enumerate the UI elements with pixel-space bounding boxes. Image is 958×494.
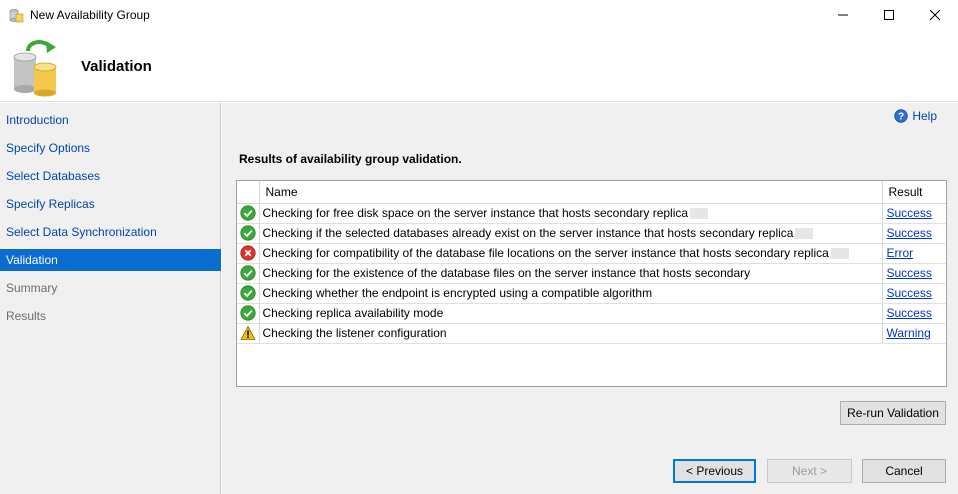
page-title: Validation [81, 58, 152, 75]
rerun-validation-button[interactable]: Re-run Validation [840, 401, 946, 425]
error-icon [240, 245, 256, 261]
success-status-icon [237, 203, 260, 224]
success-icon [240, 285, 256, 301]
result-cell: Success [881, 203, 946, 224]
help-icon: ? [894, 109, 909, 123]
warning-icon [240, 325, 256, 340]
help-link[interactable]: ? Help [894, 109, 937, 123]
result-cell: Success [881, 303, 946, 324]
result-cell: Error [881, 243, 946, 264]
redacted-text [690, 208, 709, 220]
status-column-header [237, 181, 260, 204]
name-column-header[interactable]: Name [259, 181, 882, 204]
result-link-success[interactable]: Success [887, 266, 932, 280]
wizard-header: Validation [0, 30, 958, 102]
table-row[interactable]: Checking the listener configuration Warni… [237, 323, 946, 344]
nav-item-specify-replicas[interactable]: Specify Replicas [0, 193, 221, 215]
validation-results-table: Name Result Checking for free disk space… [237, 181, 946, 344]
check-name: Checking for free disk space on the serv… [262, 206, 689, 220]
result-cell: Warning [881, 323, 946, 344]
check-name: Checking replica availability mode [262, 306, 444, 320]
check-name-cell: Checking for the existence of the databa… [259, 263, 882, 284]
table-row[interactable]: Checking replica availability mode Succes… [237, 303, 946, 324]
check-name: Checking whether the endpoint is encrypt… [262, 286, 653, 300]
previous-button[interactable]: < Previous [673, 459, 756, 483]
check-name: Checking if the selected databases alrea… [262, 226, 794, 240]
wizard-nav: Introduction Specify Options Select Data… [0, 103, 221, 494]
nav-item-select-databases[interactable]: Select Databases [0, 165, 221, 187]
nav-item-introduction[interactable]: Introduction [0, 109, 221, 131]
success-status-icon [237, 283, 260, 304]
nav-item-specify-options[interactable]: Specify Options [0, 137, 221, 159]
result-cell: Success [881, 223, 946, 244]
nav-item-select-data-synchronization[interactable]: Select Data Synchronization [0, 221, 221, 243]
app-icon [9, 9, 24, 23]
check-name-cell: Checking replica availability mode [259, 303, 882, 324]
table-row[interactable]: Checking if the selected databases alrea… [237, 223, 946, 244]
cancel-button[interactable]: Cancel [862, 459, 946, 483]
database-icon [13, 40, 57, 97]
result-cell: Success [881, 263, 946, 284]
next-button: Next > [767, 459, 852, 483]
help-label: Help [912, 109, 937, 123]
maximize-button[interactable] [866, 0, 912, 30]
window-title: New Availability Group [30, 8, 150, 22]
table-row[interactable]: Checking for compatibility of the databa… [237, 243, 946, 264]
check-name: Checking for compatibility of the databa… [262, 246, 829, 260]
title-bar: New Availability Group [0, 0, 958, 30]
check-name: Checking the listener configuration [262, 326, 447, 340]
check-name-cell: Checking whether the endpoint is encrypt… [259, 283, 882, 304]
redacted-text [795, 228, 814, 240]
section-title: Results of availability group validation… [239, 152, 462, 166]
close-button[interactable] [912, 0, 958, 30]
table-row[interactable]: Checking for the existence of the databa… [237, 263, 946, 284]
check-name-cell: Checking the listener configuration [259, 323, 882, 344]
validation-results-grid[interactable]: Name Result Checking for free disk space… [236, 180, 947, 387]
success-icon [240, 205, 256, 221]
table-row[interactable]: Checking for free disk space on the serv… [237, 203, 946, 224]
success-status-icon [237, 303, 260, 324]
result-link-success[interactable]: Success [887, 226, 932, 240]
result-link-warning[interactable]: Warning [887, 326, 931, 340]
success-status-icon [237, 263, 260, 284]
minimize-button[interactable] [820, 0, 866, 30]
result-link-success[interactable]: Success [887, 286, 932, 300]
success-icon [240, 305, 256, 321]
main-panel: ? Help Results of availability group val… [222, 103, 958, 494]
check-name-cell: Checking for free disk space on the serv… [259, 203, 882, 224]
maximize-icon [884, 10, 894, 20]
success-status-icon [237, 223, 260, 244]
success-icon [240, 265, 256, 281]
result-link-error[interactable]: Error [887, 246, 914, 260]
check-name: Checking for the existence of the databa… [262, 266, 751, 280]
svg-text:?: ? [898, 112, 904, 123]
nav-item-validation[interactable]: Validation [0, 249, 221, 271]
result-link-success[interactable]: Success [887, 306, 932, 320]
result-link-success[interactable]: Success [887, 206, 932, 220]
minimize-icon [838, 14, 848, 16]
table-row[interactable]: Checking whether the endpoint is encrypt… [237, 283, 946, 304]
success-icon [240, 225, 256, 241]
table-header-row: Name Result [237, 181, 946, 204]
nav-item-results: Results [6, 309, 47, 323]
result-cell: Success [881, 283, 946, 304]
redacted-text [830, 248, 849, 260]
warning-status-icon [237, 323, 260, 344]
result-column-header[interactable]: Result [881, 181, 946, 204]
close-icon [930, 10, 940, 20]
error-status-icon [237, 243, 260, 264]
check-name-cell: Checking for compatibility of the databa… [259, 243, 882, 264]
check-name-cell: Checking if the selected databases alrea… [259, 223, 882, 244]
nav-item-summary: Summary [6, 281, 58, 295]
